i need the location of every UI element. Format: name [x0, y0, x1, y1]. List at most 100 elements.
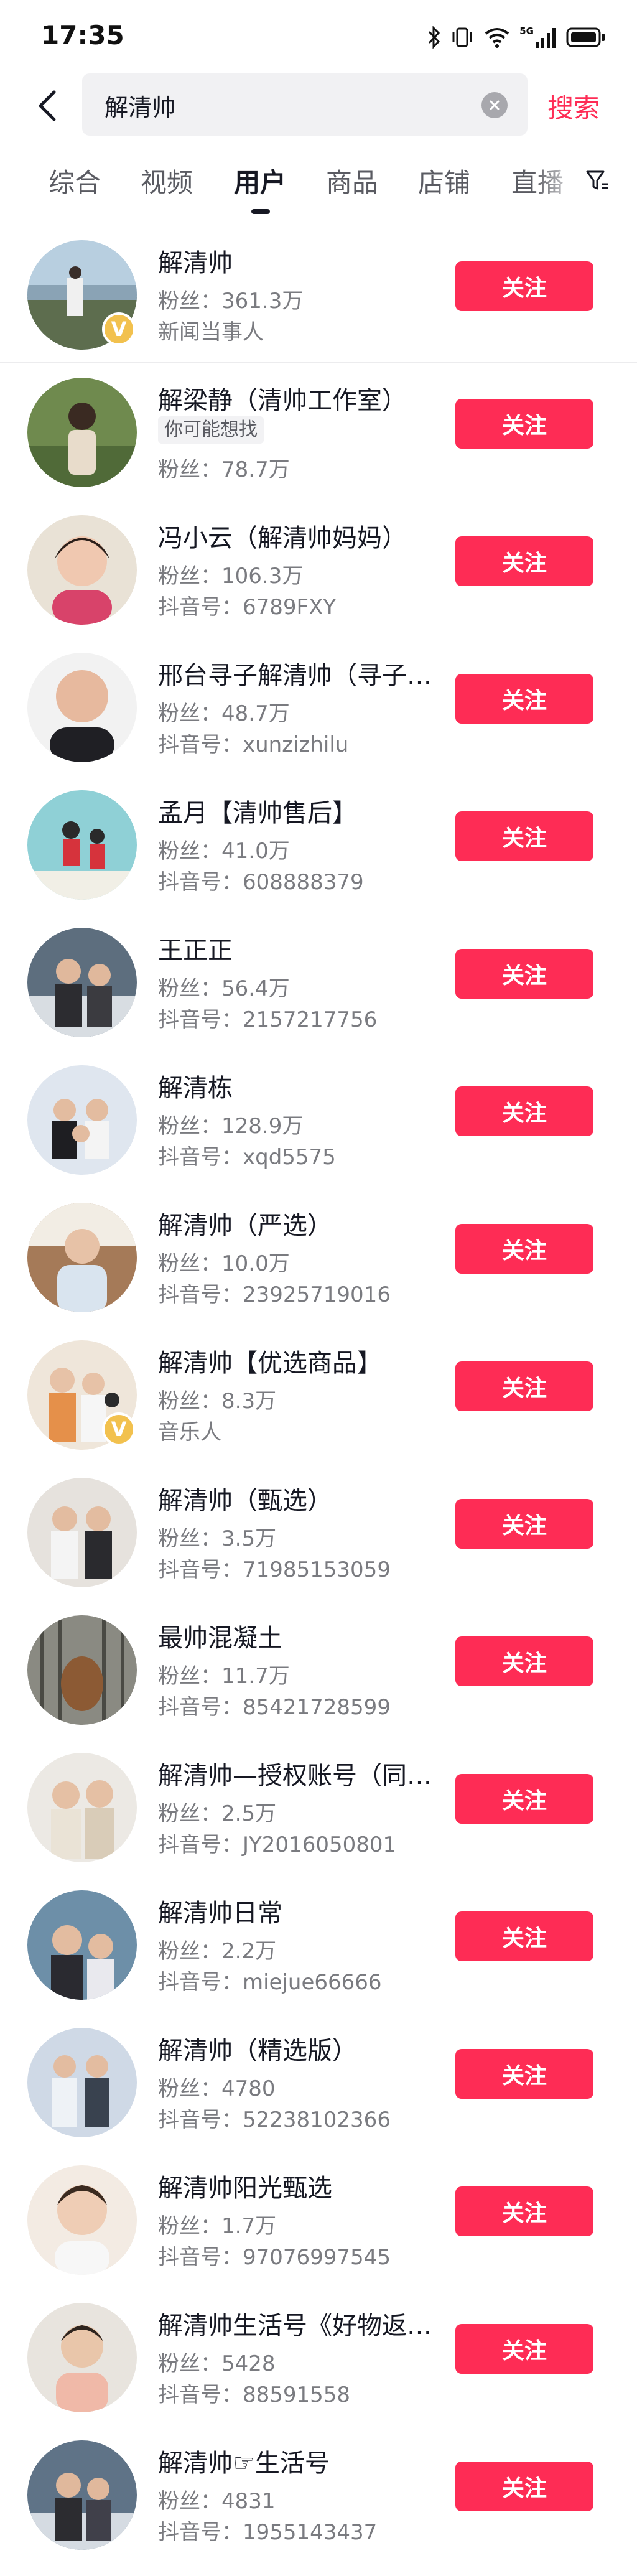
- follow-button[interactable]: 关注: [455, 2186, 593, 2236]
- user-name: 最帅混凝土: [158, 1624, 282, 1653]
- suggest-tag: 你可能想找: [158, 416, 264, 444]
- user-fans: 粉丝：128.9万: [158, 1114, 304, 1139]
- follow-button[interactable]: 关注: [455, 2324, 593, 2374]
- user-fans: 粉丝：2.2万: [158, 1939, 277, 1964]
- user-fans: 粉丝：78.7万: [158, 457, 290, 482]
- user-row[interactable]: V 解清帅 粉丝：361.3万 新闻当事人 关注: [0, 224, 637, 362]
- user-extra: 抖音号：97076997545: [158, 2245, 391, 2270]
- user-row[interactable]: V 解清帅【优选商品】 粉丝：8.3万 音乐人 关注: [0, 1324, 637, 1462]
- user-name: 解清帅日常: [158, 1899, 282, 1928]
- clear-search-button[interactable]: [481, 92, 508, 118]
- user-extra: 抖音号：6789FXY: [158, 595, 337, 620]
- follow-button[interactable]: 关注: [455, 1911, 593, 1961]
- tab-videos[interactable]: 视频: [141, 162, 193, 200]
- user-row[interactable]: 王正正 粉丝：56.4万 抖音号：2157217756 关注: [0, 912, 637, 1049]
- avatar[interactable]: [27, 1753, 137, 1862]
- follow-button[interactable]: 关注: [455, 811, 593, 861]
- follow-button[interactable]: 关注: [455, 536, 593, 586]
- avatar[interactable]: [27, 378, 137, 487]
- follow-button[interactable]: 关注: [455, 2462, 593, 2511]
- follow-button[interactable]: 关注: [455, 1086, 593, 1136]
- tab-comprehensive[interactable]: 综合: [49, 162, 101, 200]
- avatar[interactable]: [27, 515, 137, 625]
- battery-icon: [566, 26, 606, 49]
- user-row[interactable]: 解梁静（清帅工作室） 你可能想找 粉丝：78.7万 关注: [0, 362, 637, 499]
- user-name: 解清帅☞生活号: [158, 2449, 330, 2478]
- user-row[interactable]: 解清帅—授权账号（同… 粉丝：2.5万 抖音号：JY2016050801 关注: [0, 1737, 637, 1874]
- user-row[interactable]: 解清帅日常 粉丝：2.2万 抖音号：miejue66666 关注: [0, 1874, 637, 2012]
- avatar[interactable]: [27, 2303, 137, 2412]
- avatar[interactable]: [27, 1890, 137, 2000]
- user-extra: 抖音号：JY2016050801: [158, 1832, 397, 1857]
- user-name: 解清帅（严选）: [158, 1211, 332, 1240]
- user-row[interactable]: 邢台寻子解清帅（寻子… 粉丝：48.7万 抖音号：xunzizhilu 关注: [0, 637, 637, 774]
- tab-shops[interactable]: 店铺: [418, 162, 470, 200]
- signal-icon: 5G: [519, 26, 557, 49]
- user-extra: 抖音号：xqd5575: [158, 1145, 336, 1170]
- user-row[interactable]: 解清栋 粉丝：128.9万 抖音号：xqd5575 关注: [0, 1049, 637, 1187]
- user-extra: 抖音号：23925719016: [158, 1282, 391, 1307]
- user-fans: 粉丝：5428: [158, 2351, 276, 2376]
- user-fans: 粉丝：4831: [158, 2489, 276, 2514]
- tab-products[interactable]: 商品: [326, 162, 378, 200]
- user-extra: 抖音号：miejue66666: [158, 1970, 382, 1995]
- user-extra: 抖音号：52238102366: [158, 2107, 391, 2132]
- follow-button[interactable]: 关注: [455, 1361, 593, 1411]
- follow-button[interactable]: 关注: [455, 399, 593, 449]
- user-row[interactable]: 解清帅（甄选） 粉丝：3.5万 抖音号：71985153059 关注: [0, 1462, 637, 1599]
- follow-button[interactable]: 关注: [455, 1774, 593, 1824]
- follow-button[interactable]: 关注: [455, 674, 593, 724]
- user-name: 解清栋: [158, 1074, 233, 1103]
- user-fans: 粉丝：41.0万: [158, 839, 290, 864]
- search-input[interactable]: 解清帅: [82, 73, 528, 136]
- user-extra: 抖音号：1955143437: [158, 2520, 378, 2545]
- back-arrow-icon: [39, 90, 56, 121]
- avatar[interactable]: [27, 1065, 137, 1175]
- user-extra: 新闻当事人: [158, 320, 264, 345]
- avatar[interactable]: [27, 2440, 137, 2550]
- user-name: 解梁静（清帅工作室）: [158, 386, 407, 415]
- avatar[interactable]: [27, 790, 137, 900]
- user-name: 孟月【清帅售后】: [158, 799, 357, 828]
- tab-users[interactable]: 用户: [234, 162, 286, 200]
- avatar[interactable]: [27, 653, 137, 762]
- user-row[interactable]: 最帅混凝土 粉丝：11.7万 抖音号：85421728599 关注: [0, 1599, 637, 1737]
- avatar[interactable]: [27, 2028, 137, 2137]
- user-name: 解清帅生活号《好物返…: [158, 2312, 432, 2340]
- search-query-text[interactable]: 解清帅: [105, 88, 175, 123]
- user-row[interactable]: 解清帅阳光甄选 粉丝：1.7万 抖音号：97076997545 关注: [0, 2149, 637, 2287]
- avatar[interactable]: [27, 2165, 137, 2275]
- avatar[interactable]: [27, 1615, 137, 1725]
- user-fans: 粉丝：1.7万: [158, 2214, 277, 2239]
- follow-button[interactable]: 关注: [455, 2049, 593, 2099]
- follow-button[interactable]: 关注: [455, 261, 593, 311]
- user-name: 解清帅—授权账号（同…: [158, 1762, 432, 1790]
- follow-button[interactable]: 关注: [455, 1224, 593, 1274]
- user-name: 冯小云（解清帅妈妈）: [158, 524, 407, 553]
- avatar[interactable]: [27, 1203, 137, 1312]
- active-tab-indicator: [251, 209, 270, 214]
- filter-button[interactable]: [579, 162, 616, 199]
- avatar[interactable]: [27, 928, 137, 1037]
- user-extra: 抖音号：xunzizhilu: [158, 732, 349, 757]
- user-row[interactable]: 解清帅生活号《好物返… 粉丝：5428 抖音号：88591558 关注: [0, 2287, 637, 2424]
- user-name: 解清帅（甄选）: [158, 1486, 332, 1515]
- user-row[interactable]: 孟月【清帅售后】 粉丝：41.0万 抖音号：608888379 关注: [0, 774, 637, 912]
- user-row[interactable]: 解清帅（严选） 粉丝：10.0万 抖音号：23925719016 关注: [0, 1187, 637, 1324]
- user-row[interactable]: 解清帅（精选版） 粉丝：4780 抖音号：52238102366 关注: [0, 2012, 637, 2149]
- user-name: 解清帅阳光甄选: [158, 2174, 332, 2203]
- user-row[interactable]: 解清帅☞生活号 粉丝：4831 抖音号：1955143437 关注: [0, 2424, 637, 2562]
- user-extra: 抖音号：88591558: [158, 2382, 351, 2407]
- follow-button[interactable]: 关注: [455, 949, 593, 999]
- avatar[interactable]: [27, 1478, 137, 1587]
- user-name: 邢台寻子解清帅（寻子…: [158, 661, 432, 690]
- search-submit-button[interactable]: 搜索: [547, 87, 600, 125]
- status-time: 17:35: [41, 20, 124, 50]
- tabs-fade: [534, 144, 584, 219]
- back-button[interactable]: [27, 86, 67, 126]
- follow-button[interactable]: 关注: [455, 1636, 593, 1686]
- follow-button[interactable]: 关注: [455, 1499, 593, 1549]
- status-bar: 17:35 5G: [0, 0, 637, 75]
- user-row[interactable]: 冯小云（解清帅妈妈） 粉丝：106.3万 抖音号：6789FXY 关注: [0, 499, 637, 637]
- user-name: 解清帅【优选商品】: [158, 1349, 382, 1378]
